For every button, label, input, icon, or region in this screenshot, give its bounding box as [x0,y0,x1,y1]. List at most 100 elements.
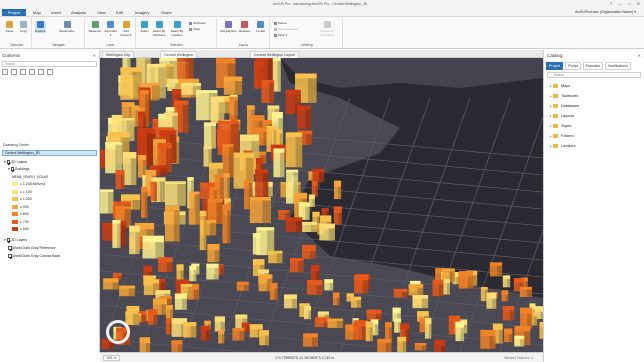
catalog-search-input[interactable]: Search [547,72,641,78]
building-shade [203,215,207,251]
layer-basemap-reference[interactable]: World Dark Gray Reference [8,246,56,250]
clear-button[interactable]: Clear [189,27,200,31]
contents-search-input[interactable]: Search [2,61,97,67]
building-shade [446,282,450,295]
view-unplaced-button[interactable]: View Unplaced [274,27,298,31]
building-roof [171,340,183,345]
tab-project[interactable]: Project [2,9,26,16]
building-roof [203,146,212,150]
tab-insert[interactable]: Insert [48,9,64,16]
catalog-item[interactable]: ▸ Toolboxes [550,94,579,104]
catalog-tab-favorites[interactable]: Favorites [582,62,604,70]
building [139,337,151,352]
building [115,169,125,190]
catalog-item[interactable]: ▸ Styles [550,124,579,134]
catalog-item[interactable]: ▸ Locators [550,144,579,154]
building [308,194,315,207]
building-roof [354,274,369,281]
layer-buildings[interactable]: ▾ Buildings [8,167,29,171]
catalog-tab-portal[interactable]: Portal [565,62,581,70]
catalog-item[interactable]: ▸ Databases [550,104,579,114]
folder-icon [553,134,558,138]
building-roof [392,307,401,314]
tab-analysis[interactable]: Analysis [68,9,89,16]
navigator-control[interactable] [106,320,130,344]
catalog-list: ▸ Maps ▸ Toolboxes ▸ Databases ▸ Layouts ▸ Styles… [550,84,579,154]
locate-button[interactable]: Locate [254,21,267,33]
minimize-icon[interactable]: — [618,1,622,6]
catalog-close-icon[interactable]: ✕ [638,53,641,58]
group-clipboard: Paste Copy Clipboard [2,18,32,48]
building-shade [328,227,335,241]
add-data-button[interactable]: Add Data ▾ [104,21,117,37]
tab-imagery[interactable]: Imagery [132,9,152,16]
status-bar: 601 m 174.7789930°E 41.2870523°S 2,743 m… [100,352,543,362]
tab-map[interactable]: Map [30,9,44,16]
tab-central-wellington-layout[interactable]: Central Wellington Layout [250,51,300,58]
catalog-item[interactable]: ▸ Layouts [550,114,579,124]
select-by-location-button[interactable]: Select By Location [169,21,185,37]
infographics-button[interactable]: Infographics [220,21,236,33]
layer2d-checkbox[interactable] [6,238,11,242]
tab-central-wellington[interactable]: Central Wellington [160,51,198,58]
layer-basemap-canvas[interactable]: World Dark Gray Canvas Base [8,254,60,258]
contents-close-icon[interactable]: ✕ [93,53,96,58]
building-shade [193,289,200,300]
tab-share[interactable]: Share [158,9,175,16]
tab-wellington-city[interactable]: Wellington City [102,51,134,58]
basemap-button[interactable]: Basemap [88,21,102,33]
layer-group-3d[interactable]: ▾ 3D Layers [4,160,27,164]
building [200,326,211,341]
catalog-tab-notifications[interactable]: Notifications [605,62,631,70]
building-shade [449,270,455,283]
building-roof [308,194,315,199]
close-icon[interactable]: ✕ [637,1,640,6]
user-account[interactable]: AnGISProUser (Organization Name) ▾ [575,10,636,14]
bookmarks-button[interactable]: Bookmarks [59,21,75,33]
map-view-3d[interactable] [100,58,543,352]
legend-label: ≤ 800 [20,212,29,216]
convert-to-annotation-button[interactable]: Convert To Annotation [317,21,337,37]
selection-icon[interactable] [20,69,26,75]
editing-icon[interactable] [29,69,35,75]
snapping-icon[interactable] [38,69,44,75]
layer-group-2d[interactable]: ▾ 2D Layers [4,238,27,242]
building-roof [307,280,323,285]
drawing-order-icon[interactable] [2,69,8,75]
select-by-attributes-button[interactable]: Select By Attributes [151,21,167,37]
labeling-icon[interactable] [47,69,53,75]
tab-view[interactable]: View [94,9,109,16]
layer3d-checkbox[interactable] [6,160,11,164]
building [259,330,269,346]
explore-button[interactable]: Explore [35,21,46,33]
source-icon[interactable] [11,69,17,75]
catalog-item[interactable]: ▸ Maps [550,84,579,94]
add-preset-button[interactable]: Add Preset ▾ [119,21,133,37]
help-icon[interactable]: ? [610,1,612,6]
building [297,105,311,129]
building-roof [346,293,354,297]
copy-button[interactable]: Copy [18,21,29,33]
attributes-button[interactable]: Attributes [189,21,206,25]
more-button[interactable]: More ▾ [274,33,287,37]
scale-readout[interactable]: 601 m [103,355,121,361]
catalog-item[interactable]: ▸ Folders [550,134,579,144]
maximize-icon[interactable]: □ [628,1,630,6]
building-shade [467,276,474,289]
building-shade [132,199,141,210]
buildings-checkbox[interactable] [10,167,15,171]
select-button[interactable]: Select [139,21,150,33]
catalog-tab-project[interactable]: Project [546,62,564,70]
basemap-canvas-checkbox[interactable] [8,254,12,258]
catalog-tabs: Project Portal Favorites Notifications [546,62,631,70]
building-roof [139,90,149,95]
map-item[interactable]: Central Wellington_3D [2,150,97,156]
measure-button[interactable]: Measure [238,21,251,33]
basemap-reference-checkbox[interactable] [8,246,12,250]
copy-icon [20,21,27,28]
building-shade [221,333,225,344]
pause-button[interactable]: Pause [274,21,287,25]
building-roof [222,144,234,148]
tab-edit[interactable]: Edit [113,9,126,16]
paste-button[interactable]: Paste [4,21,15,33]
